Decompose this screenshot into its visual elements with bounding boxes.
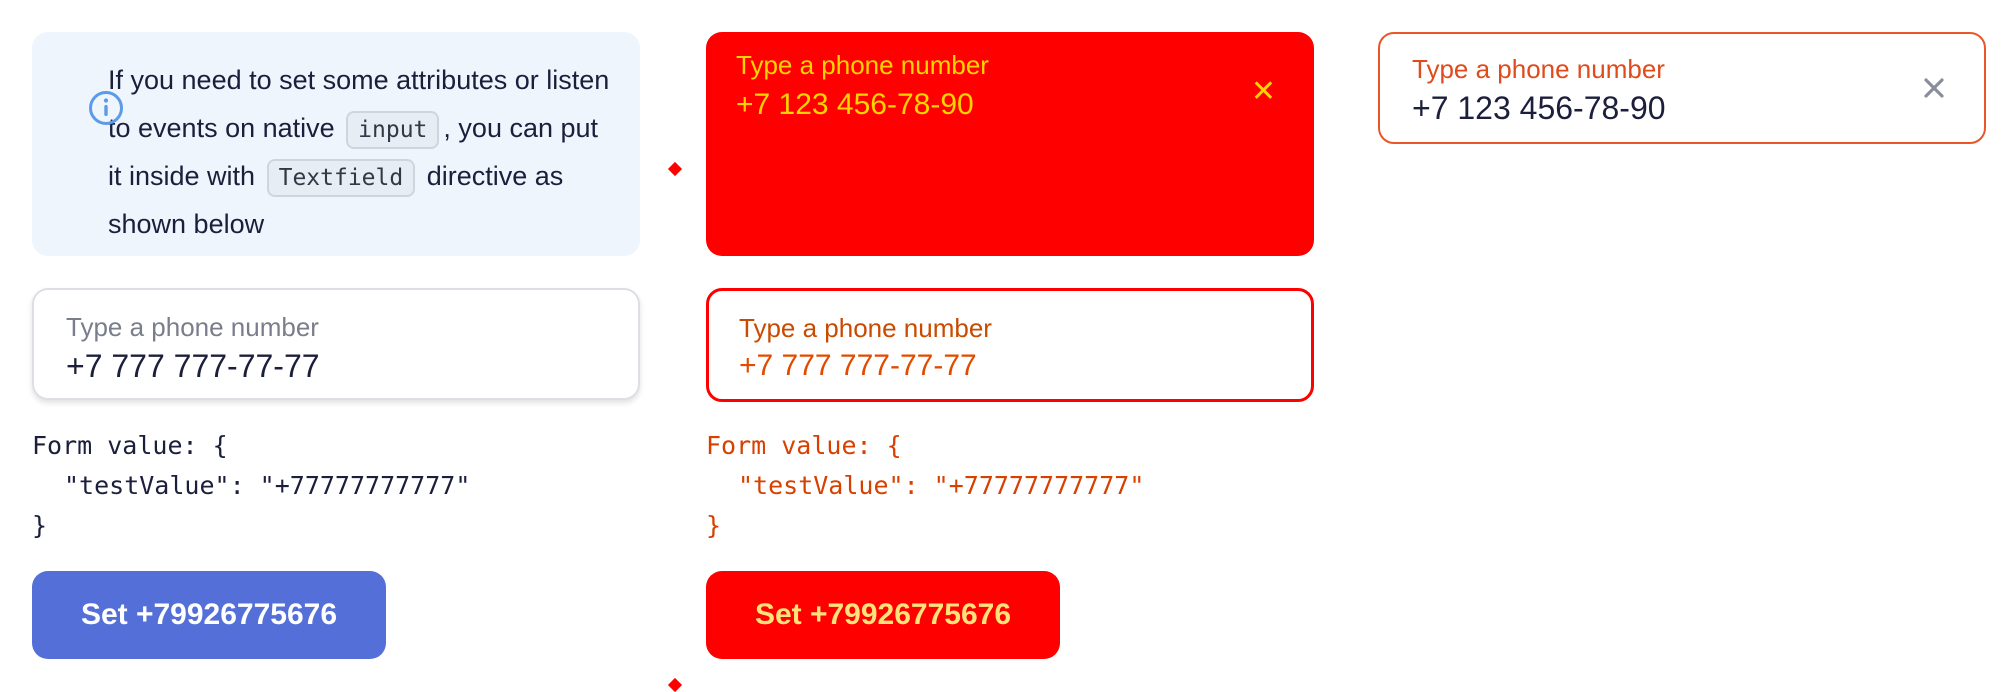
phone-field-value[interactable] [66,348,586,385]
error-phone-input[interactable] [1412,90,1852,127]
phone-field-label: Type a phone number [66,312,319,342]
diff-field-value: +7 777 777-77-77 [739,349,977,382]
panel-error-state: Type a phone number [1344,0,2016,690]
phone-textfield-error[interactable]: Type a phone number [1378,32,1986,144]
diff-notification-block: Type a phone number +7 123 456-78-90 ✕ [706,32,1314,256]
ghost-field-value: +7 123 456-78-90 [736,88,974,121]
info-icon [89,91,123,125]
set-phone-button[interactable]: Set +79926775676 [32,571,386,659]
diff-form-value-output: Form value: { "testValue": "+77777777777… [706,431,1145,540]
close-icon[interactable] [1918,72,1950,104]
panel-diff: Type a phone number +7 123 456-78-90 ✕ T… [667,0,1344,692]
phone-textfield[interactable]: Type a phone number [32,288,640,400]
diff-phone-textfield: Type a phone number +7 777 777-77-77 [706,288,1314,402]
ghost-close-icon: ✕ [1250,75,1276,108]
code-input-chip: input [346,110,440,149]
notification-text: If you need to set some attributes or li… [108,65,610,239]
phone-input[interactable] [66,348,586,385]
code-textfield-chip: Textfield [266,158,416,197]
panel-rendered: If you need to set some attributes or li… [0,0,672,690]
ghost-field-label: Type a phone number [736,50,989,80]
diff-field-label: Type a phone number [739,313,992,343]
form-value-output: Form value: { "testValue": "+77777777777… [32,431,471,540]
info-notification: If you need to set some attributes or li… [32,32,640,256]
error-field-value[interactable] [1412,90,1852,127]
diff-set-phone-button: Set +79926775676 [706,571,1060,659]
error-field-label: Type a phone number [1412,54,1665,84]
